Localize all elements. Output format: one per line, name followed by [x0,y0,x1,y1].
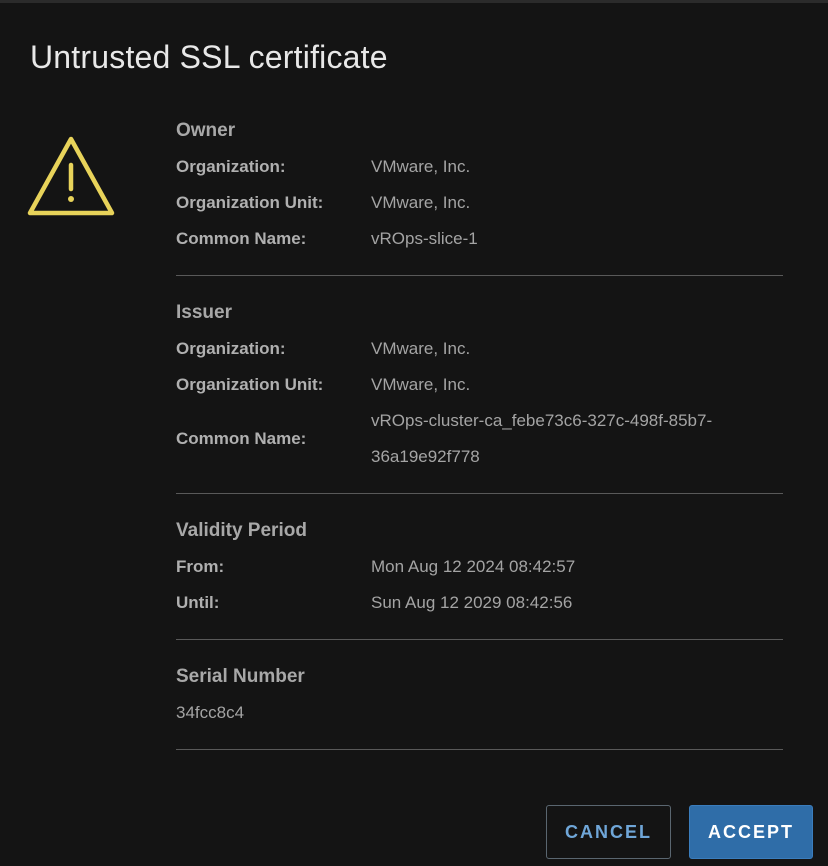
dialog-title: Untrusted SSL certificate [30,39,388,75]
issuer-org-unit-label: Organization Unit: [176,375,324,394]
issuer-common-name-value: vROps-cluster-ca_febe73c6-327c-498f-85b7… [371,411,713,466]
warning-triangle-icon [27,136,115,216]
issuer-common-name-label: Common Name: [176,429,307,448]
validity-until-value: Sun Aug 12 2029 08:42:56 [371,593,573,612]
issuer-section: Issuer Organization: VMware, Inc. Organi… [176,276,783,494]
validity-from-label: From: [176,557,225,576]
issuer-organization-value: VMware, Inc. [371,339,471,358]
validity-until-label: Until: [176,593,220,612]
owner-org-unit-row: Organization Unit: VMware, Inc. [176,185,783,221]
validity-until-row: Until: Sun Aug 12 2029 08:42:56 [176,585,783,621]
serial-section-title: Serial Number [176,666,305,687]
owner-org-unit-value: VMware, Inc. [371,193,471,212]
owner-common-name-label: Common Name: [176,229,307,248]
cancel-button[interactable]: CANCEL [546,805,671,859]
owner-organization-value: VMware, Inc. [371,157,471,176]
validity-section: Validity Period From: Mon Aug 12 2024 08… [176,494,783,640]
owner-section: Owner Organization: VMware, Inc. Organiz… [176,113,783,276]
owner-org-unit-label: Organization Unit: [176,193,324,212]
owner-organization-label: Organization: [176,157,286,176]
issuer-organization-label: Organization: [176,339,286,358]
validity-from-row: From: Mon Aug 12 2024 08:42:57 [176,549,783,585]
owner-common-name-row: Common Name: vROps-slice-1 [176,221,783,257]
issuer-org-unit-row: Organization Unit: VMware, Inc. [176,367,783,403]
issuer-common-name-row: Common Name: vROps-cluster-ca_febe73c6-3… [176,403,783,475]
issuer-section-title: Issuer [176,302,232,323]
issuer-org-unit-value: VMware, Inc. [371,375,471,394]
serial-section: Serial Number 34fcc8c4 [176,640,783,750]
ssl-certificate-dialog: Untrusted SSL certificate Owner Organiza… [0,0,828,866]
owner-section-title: Owner [176,120,236,141]
validity-from-value: Mon Aug 12 2024 08:42:57 [371,557,576,576]
certificate-details: Owner Organization: VMware, Inc. Organiz… [176,113,783,750]
issuer-organization-row: Organization: VMware, Inc. [176,331,783,367]
accept-button[interactable]: ACCEPT [689,805,813,859]
owner-common-name-value: vROps-slice-1 [371,229,478,248]
serial-number-value: 34fcc8c4 [176,703,245,722]
validity-section-title: Validity Period [176,520,307,541]
owner-organization-row: Organization: VMware, Inc. [176,149,783,185]
